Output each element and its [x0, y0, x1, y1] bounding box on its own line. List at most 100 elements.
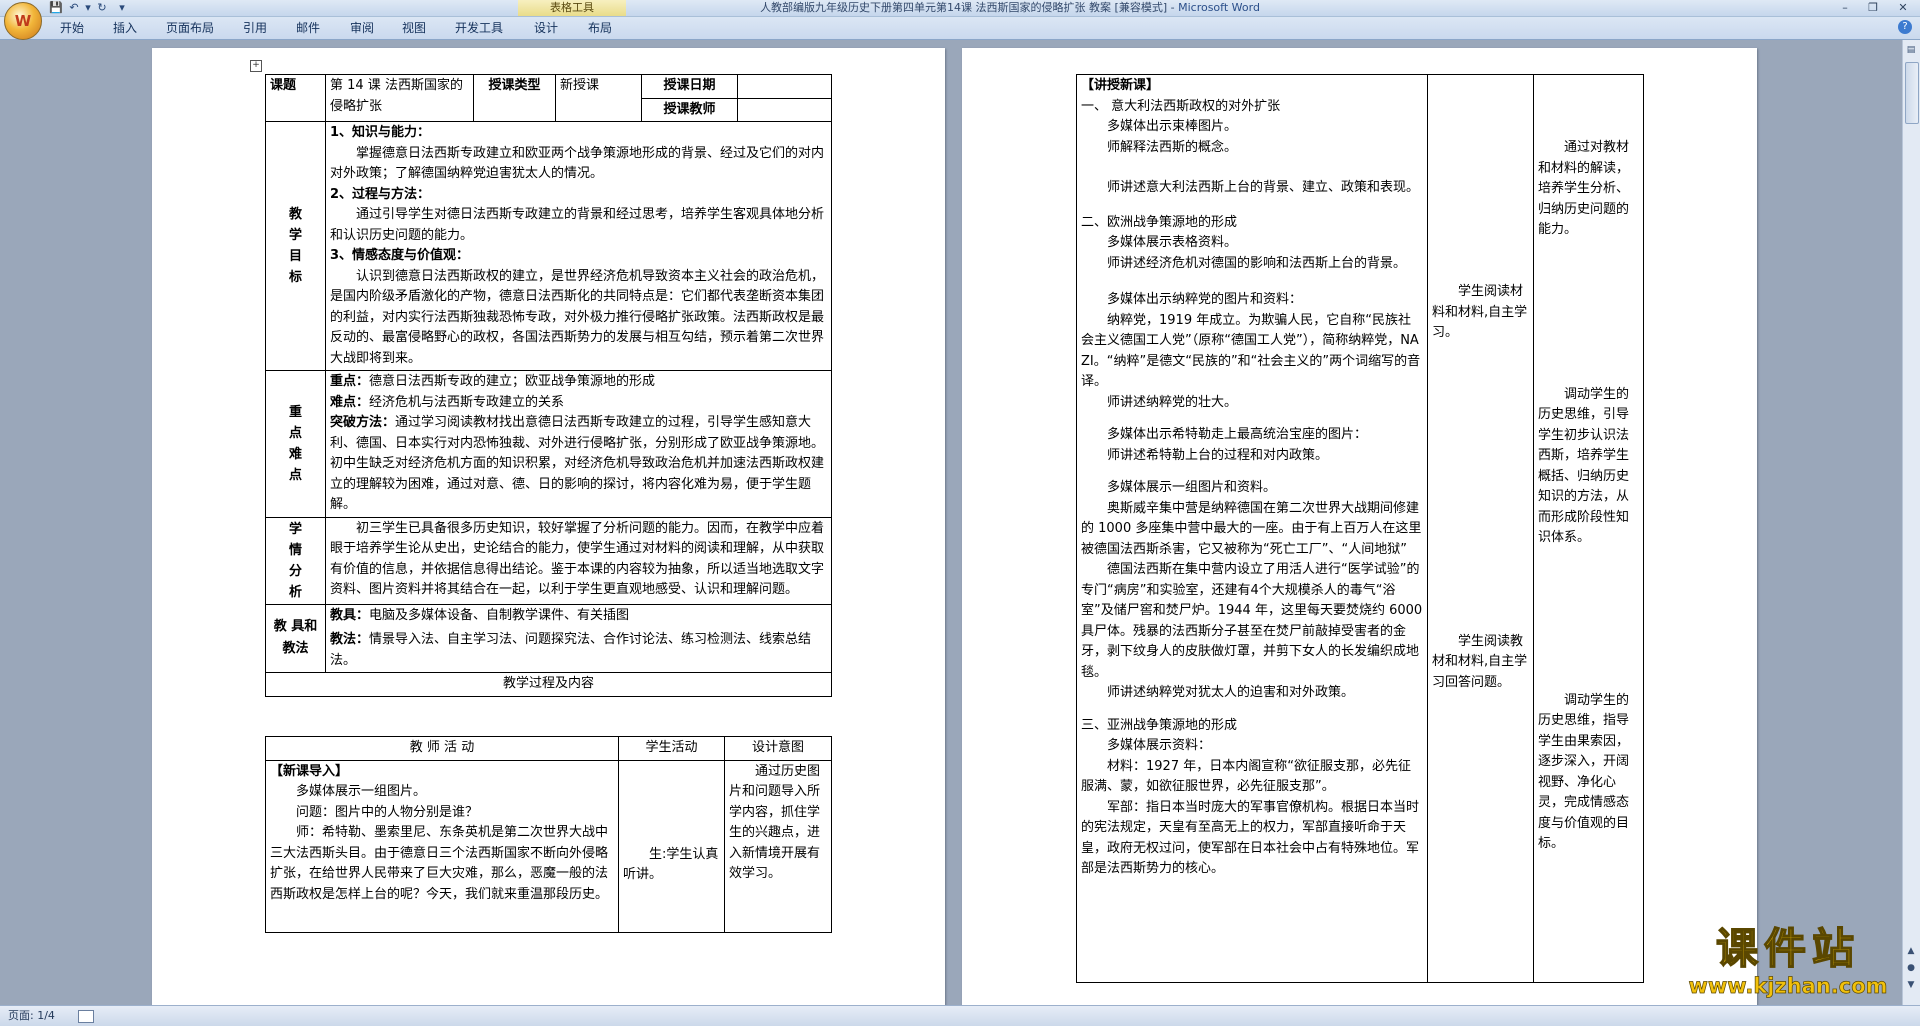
- scrollbar-thumb[interactable]: [1905, 62, 1919, 124]
- redo-icon[interactable]: ↻: [94, 1, 110, 15]
- tools-text: 电脑及多媒体设备、自制教学课件、有关插图: [369, 607, 630, 623]
- page-counter[interactable]: 页面: 1/4: [8, 1006, 55, 1026]
- tools-content-cell[interactable]: 教具：电脑及多媒体设备、自制教学课件、有关插图 教法：情景导入法、自主学习法、问…: [325, 603, 832, 673]
- ribbon-tabs: 开始 插入 页面布局 引用 邮件 审阅 视图 开发工具 设计 布局 ?: [0, 17, 1920, 40]
- method-line: 突破方法：通过学习阅读教材找出意德日法西斯专政建立的过程，引导学生感知意大利、德…: [330, 413, 827, 516]
- tab-review[interactable]: 审阅: [350, 20, 374, 36]
- intro-student-cell[interactable]: 生:学生认真听讲。: [618, 759, 725, 933]
- key-point-text: 德意日法西斯专政的建立；欧亚战争策源地的形成: [369, 374, 656, 389]
- section2-line: 师讲述经济危机对德国的影响和法西斯上台的背景。: [1107, 255, 1407, 271]
- analysis-label-char: 析: [288, 584, 302, 600]
- goals-label-char: 目: [288, 249, 302, 264]
- tab-table-design[interactable]: 设计: [534, 20, 558, 36]
- key-label-char: 难: [288, 446, 302, 462]
- topic-label: 课题: [270, 78, 297, 93]
- office-button[interactable]: W: [4, 2, 42, 40]
- section2-line: 纳粹党，1919 年成立。为欺骗人民，它自称“民族社会主义德国工人党”（原称“德…: [1081, 312, 1421, 390]
- table-move-handle-icon[interactable]: +: [250, 60, 262, 72]
- section3-line: 军部：指日本当时庞大的军事官僚机构。根据日本当时的宪法规定，天皇有至高无上的权力…: [1081, 799, 1420, 877]
- new-lesson-student-cell[interactable]: 学生阅读材料和材料,自主学习。 学生阅读教材和材料,自主学习回答问题。: [1427, 74, 1534, 983]
- type-label-cell: 授课类型: [473, 74, 556, 122]
- methods-title: 教法：: [330, 632, 370, 647]
- new-lesson-teacher-cell[interactable]: 【讲授新课】 一、 意大利法西斯政权的对外扩张 多媒体出示束棒图片。 师解释法西…: [1076, 74, 1428, 983]
- key-point-line: 重点：德意日法西斯专政的建立；欧亚战争策源地的形成: [330, 372, 827, 393]
- analysis-text: 初三学生已具备很多历史知识，较好掌握了分析问题的能力。因而，在教学中应着眼于培养…: [330, 520, 825, 598]
- col-design-header: 设计意图: [724, 736, 832, 761]
- kjzhan-watermark-logo: 课件站 www.kjzhan.com: [1668, 923, 1908, 1000]
- goals-label-char: 教: [288, 207, 302, 222]
- key-point-title: 重点：: [330, 374, 370, 389]
- section2-line: 师讲述纳粹党对犹太人的迫害和对外政策。: [1107, 685, 1355, 700]
- office-logo-icon: W: [14, 12, 32, 30]
- teacher-label-cell: 授课教师: [641, 97, 738, 122]
- goals-content-cell[interactable]: 1、知识与能力： 掌握德意日法西斯专政建立和欧亚两个战争策源地形成的背景、经过及…: [325, 121, 832, 371]
- restore-button[interactable]: ❐: [1860, 0, 1886, 15]
- section-title: 【讲授新课】: [1081, 78, 1160, 93]
- tab-developer[interactable]: 开发工具: [455, 20, 503, 36]
- key-points-label-cell: 重 点 难 点: [265, 370, 326, 518]
- intro-student-text: 生:学生认真听讲。: [623, 846, 719, 883]
- tab-home[interactable]: 开始: [60, 20, 84, 36]
- tab-table-layout[interactable]: 布局: [588, 20, 612, 36]
- section2-line: 德国法西斯在集中营内设立了用活人进行“医学试验”的专门“病房”和实验室，还建有4…: [1081, 562, 1423, 680]
- customize-toolbar-icon[interactable]: ▾: [114, 1, 130, 15]
- topic-label-cell: 课题: [265, 74, 326, 122]
- tab-mailings[interactable]: 邮件: [296, 20, 320, 36]
- section1-line: 师解释法西斯的概念。: [1107, 139, 1238, 155]
- teacher-value-cell[interactable]: [737, 97, 832, 122]
- date-label-cell: 授课日期: [641, 74, 738, 99]
- section2-title: 二、欧洲战争策源地的形成: [1081, 214, 1238, 230]
- section2-line: 多媒体出示希特勒走上最高统治宝座的图片：: [1107, 427, 1368, 442]
- type-value-cell[interactable]: 新授课: [555, 74, 642, 122]
- method-text: 通过学习阅读教材找出意德日法西斯专政建立的过程，引导学生感知意大利、德国、日本实…: [330, 415, 825, 512]
- section2-line: 多媒体展示表格资料。: [1107, 235, 1238, 250]
- goal1-text: 掌握德意日法西斯专政建立和欧亚两个战争策源地形成的背景、经过及它们的对内对外政策…: [330, 145, 825, 182]
- goal3-text: 认识到德意日法西斯政权的建立，是世界经济危机导致资本主义社会的政治危机，是国内阶…: [330, 268, 825, 366]
- key-label-char: 点: [288, 425, 302, 441]
- intro-title: 【新课导入】: [270, 763, 349, 779]
- tools-line: 教具：电脑及多媒体设备、自制教学课件、有关插图: [330, 606, 827, 627]
- proofing-icon[interactable]: [78, 1010, 94, 1023]
- design-intent-1: 通过对教材和材料的解读，培养学生分析、归纳历史问题的能力。: [1538, 140, 1630, 237]
- design-intent-3: 调动学生的历史思维，指导学生由果索因，逐步深入，开阔视野、净化心灵，完成情感态度…: [1538, 692, 1630, 852]
- tab-references[interactable]: 引用: [243, 20, 267, 36]
- analysis-label-char: 学: [288, 521, 302, 537]
- analysis-label-char: 分: [288, 563, 302, 579]
- intro-design-cell[interactable]: 通过历史图片和问题导入所学内容，抓住学生的兴趣点，进入新情境开展有效学习。: [724, 759, 832, 933]
- intro-line: 问题：图片中的人物分别是谁？: [296, 804, 479, 820]
- close-button[interactable]: ✕: [1890, 0, 1916, 15]
- new-lesson-design-cell[interactable]: 通过对教材和材料的解读，培养学生分析、归纳历史问题的能力。 调动学生的历史思维，…: [1533, 74, 1644, 983]
- help-icon[interactable]: ?: [1898, 20, 1912, 34]
- topic-value-cell[interactable]: 第 14 课 法西斯国家的侵略扩张: [325, 74, 474, 122]
- section2-line: 师讲述纳粹党的壮大。: [1107, 394, 1238, 410]
- difficult-title: 难点：: [330, 394, 370, 410]
- tab-view[interactable]: 视图: [402, 20, 426, 36]
- section2-line: 师讲述希特勒上台的过程和对内政策。: [1107, 447, 1329, 463]
- tab-page-layout[interactable]: 页面布局: [166, 20, 214, 36]
- intro-teacher-cell[interactable]: 【新课导入】 多媒体展示一组图片。 问题：图片中的人物分别是谁？ 师：希特勒、墨…: [265, 759, 619, 933]
- save-icon[interactable]: 💾: [48, 1, 64, 15]
- tab-insert[interactable]: 插入: [113, 20, 137, 36]
- date-value-cell[interactable]: [737, 74, 832, 99]
- section3-line: 材料：1927 年，日本内阁宣称“欲征服支那，必先征服满、蒙，如欲征服世界，必先…: [1081, 758, 1411, 795]
- window-title: 人教部编版九年级历史下册第四单元第14课 法西斯国家的侵略扩张 教案 [兼容模式…: [560, 0, 1460, 16]
- new-lesson-table: 【讲授新课】 一、 意大利法西斯政权的对外扩张 多媒体出示束棒图片。 师解释法西…: [1076, 74, 1644, 983]
- method-title: 突破方法：: [330, 415, 396, 430]
- vertical-scrollbar[interactable]: ▤ ▲ ● ▼: [1902, 40, 1920, 1005]
- goal3-title: 3、情感态度与价值观：: [330, 248, 470, 263]
- intro-design-text: 通过历史图片和问题导入所学内容，抓住学生的兴趣点，进入新情境开展有效学习。: [729, 763, 821, 882]
- goals-label-char: 学: [288, 228, 302, 243]
- teacher-label: 授课教师: [663, 101, 716, 117]
- difficult-text: 经济危机与法西斯专政建立的关系: [369, 394, 565, 410]
- analysis-content-cell[interactable]: 初三学生已具备很多历史知识，较好掌握了分析问题的能力。因而，在教学中应着眼于培养…: [325, 516, 832, 605]
- lesson-info-table: 课题 第 14 课 法西斯国家的侵略扩张 授课类型 新授课 授课日期 授课教师 …: [265, 74, 832, 697]
- key-points-content-cell[interactable]: 重点：德意日法西斯专政的建立；欧亚战争策源地的形成 难点：经济危机与法西斯专政建…: [325, 370, 832, 518]
- document-title: 人教部编版九年级历史下册第四单元第14课 法西斯国家的侵略扩张 教案 [兼容模式…: [760, 1, 1179, 14]
- ruler-toggle-icon[interactable]: ▤: [1905, 44, 1917, 56]
- methods-line: 教法：情景导入法、自主学习法、问题探究法、合作讨论法、练习检测法、线索总结法。: [330, 630, 827, 671]
- minimize-button[interactable]: –: [1832, 0, 1858, 15]
- type-label: 授课类型: [488, 78, 541, 93]
- goal2-title: 2、过程与方法：: [330, 186, 431, 202]
- student-activity-2: 学生阅读教材和材料,自主学习回答问题。: [1432, 633, 1528, 690]
- section3-title: 三、亚洲战争策源地的形成: [1081, 717, 1238, 733]
